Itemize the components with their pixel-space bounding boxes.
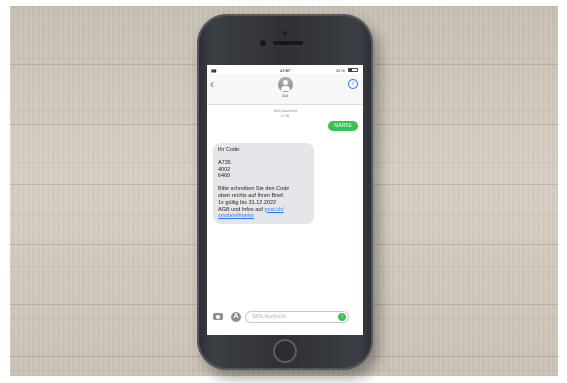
proximity-sensor [283,31,287,35]
phone-screen: ▮▮▮ 17:57 33 % ‹ 414 i SMS-Nachricht 17:… [207,65,363,335]
incoming-message-bubble: Ihr Code: A735 4002 6460 Bitte schreiben… [213,143,314,225]
battery-percent: 33 % [335,68,345,73]
contact-avatar[interactable] [278,77,293,92]
message-time: 17:58 [280,113,290,118]
conversation-thread: SMS-Nachricht 17:58 MARKE Ihr Code: A735… [207,105,363,301]
message-input-bar: A SMS-Nachricht ↑ [207,308,363,328]
code-line: A735 [218,159,231,166]
message-timestamp: SMS-Nachricht 17:58 [207,109,363,118]
camera-icon[interactable] [213,313,223,320]
earpiece-speaker [273,41,303,45]
info-text: AGB und Infos auf [218,206,265,213]
message-greeting: Ihr Code: [218,147,241,153]
message-type-label: SMS-Nachricht [273,109,297,113]
code-line: 6460 [218,173,231,180]
info-link-continued[interactable]: smsbriefmarke [218,213,309,220]
iphone-device: ▮▮▮ 17:57 33 % ‹ 414 i SMS-Nachricht 17:… [197,14,373,370]
info-icon[interactable]: i [348,79,358,89]
info-link[interactable]: post.ch/ [264,207,283,213]
outgoing-message-bubble: MARKE [328,121,358,131]
code-line: 4002 [218,166,231,173]
chevron-left-icon[interactable]: ‹ [210,78,214,90]
message-header: ‹ 414 i [207,74,363,105]
front-camera [260,40,266,46]
instruction-line: oben rechts auf Ihren Brief. [218,192,285,199]
instruction-line: AGB und Infos auf post.ch/ [218,207,309,214]
home-button[interactable] [273,339,297,363]
contact-name[interactable]: 414 [207,94,363,98]
message-input-placeholder: SMS-Nachricht [252,314,286,320]
app-store-icon[interactable]: A [231,312,241,322]
battery-icon [348,68,358,72]
send-arrow-icon[interactable]: ↑ [338,313,346,321]
message-input[interactable]: SMS-Nachricht ↑ [245,311,349,323]
instruction-line: 1x gültig bis 31.12.2022 [218,199,277,206]
instruction-line: Bitte schreiben Sie den Code [218,186,290,193]
